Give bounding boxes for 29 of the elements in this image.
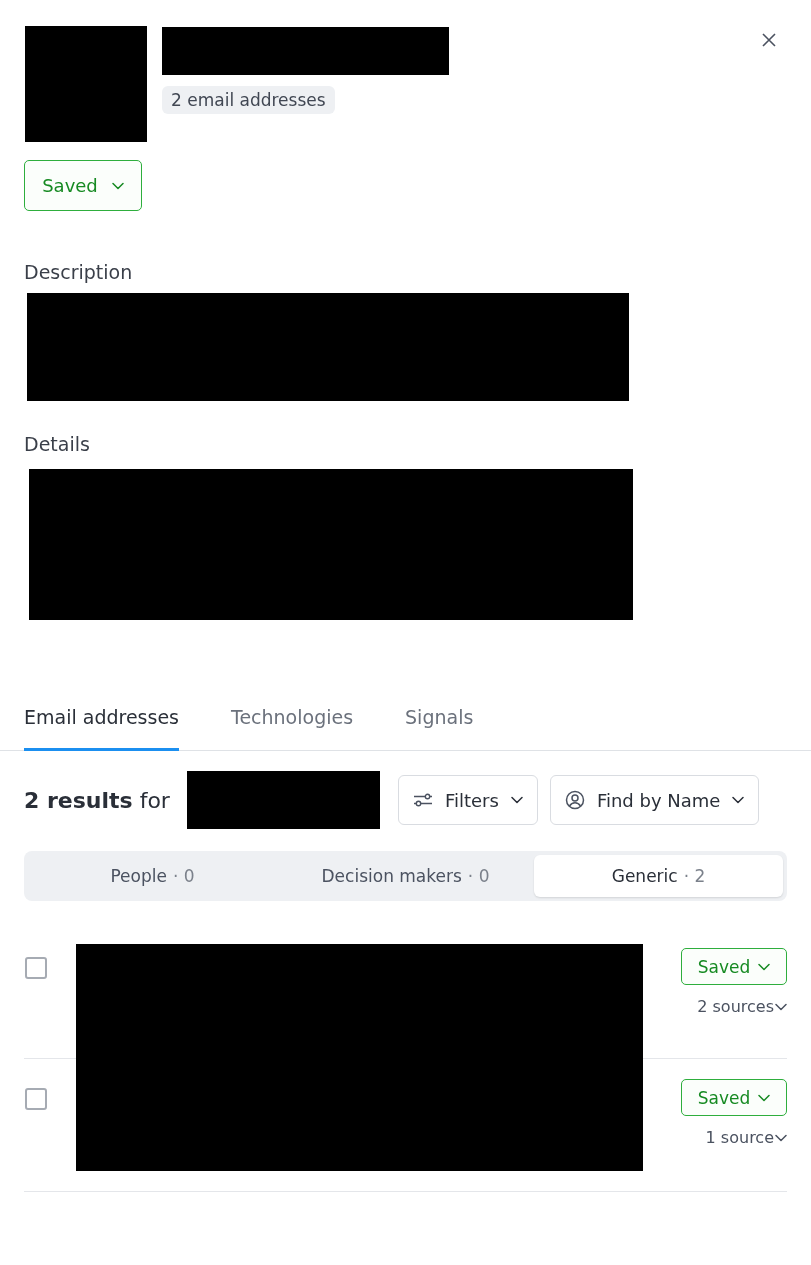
chevron-down-icon bbox=[510, 796, 523, 804]
close-icon[interactable] bbox=[761, 32, 777, 48]
chevron-down-icon bbox=[732, 796, 745, 804]
section-label: Details bbox=[24, 433, 91, 455]
chevron-down-icon bbox=[758, 962, 771, 971]
segment-tab[interactable]: Decision makers · 0 bbox=[281, 855, 530, 897]
user-circle-icon bbox=[564, 790, 585, 810]
saved-dropdown[interactable]: Saved bbox=[681, 1079, 787, 1116]
chevron-down-icon bbox=[775, 1133, 787, 1142]
section-label: Description bbox=[24, 261, 134, 283]
sources-dropdown[interactable]: 2 sources bbox=[697, 997, 787, 1016]
tab[interactable]: Signals bbox=[405, 694, 474, 751]
sliders-icon bbox=[412, 793, 433, 807]
checkbox[interactable] bbox=[25, 1088, 47, 1110]
chevron-down-icon bbox=[758, 1093, 771, 1102]
tab[interactable]: Email addresses bbox=[24, 694, 179, 751]
find-by-name-dropdown[interactable]: Find by Name bbox=[549, 775, 760, 825]
chevron-down-icon bbox=[775, 1002, 787, 1011]
checkbox[interactable] bbox=[25, 957, 47, 979]
saved-dropdown[interactable]: Saved bbox=[24, 160, 142, 211]
results-summary: 2 results for bbox=[24, 787, 170, 813]
tab[interactable]: Technologies bbox=[231, 694, 354, 751]
chevron-down-icon bbox=[111, 181, 124, 190]
saved-dropdown[interactable]: Saved bbox=[681, 948, 787, 985]
email-count-badge: 2 email addresses bbox=[162, 86, 335, 114]
filters-dropdown[interactable]: Filters bbox=[397, 775, 538, 825]
segment-tab[interactable]: Generic · 2 bbox=[534, 855, 783, 897]
segment-tab[interactable]: People · 0 bbox=[28, 855, 277, 897]
sources-dropdown[interactable]: 1 source bbox=[705, 1128, 787, 1147]
